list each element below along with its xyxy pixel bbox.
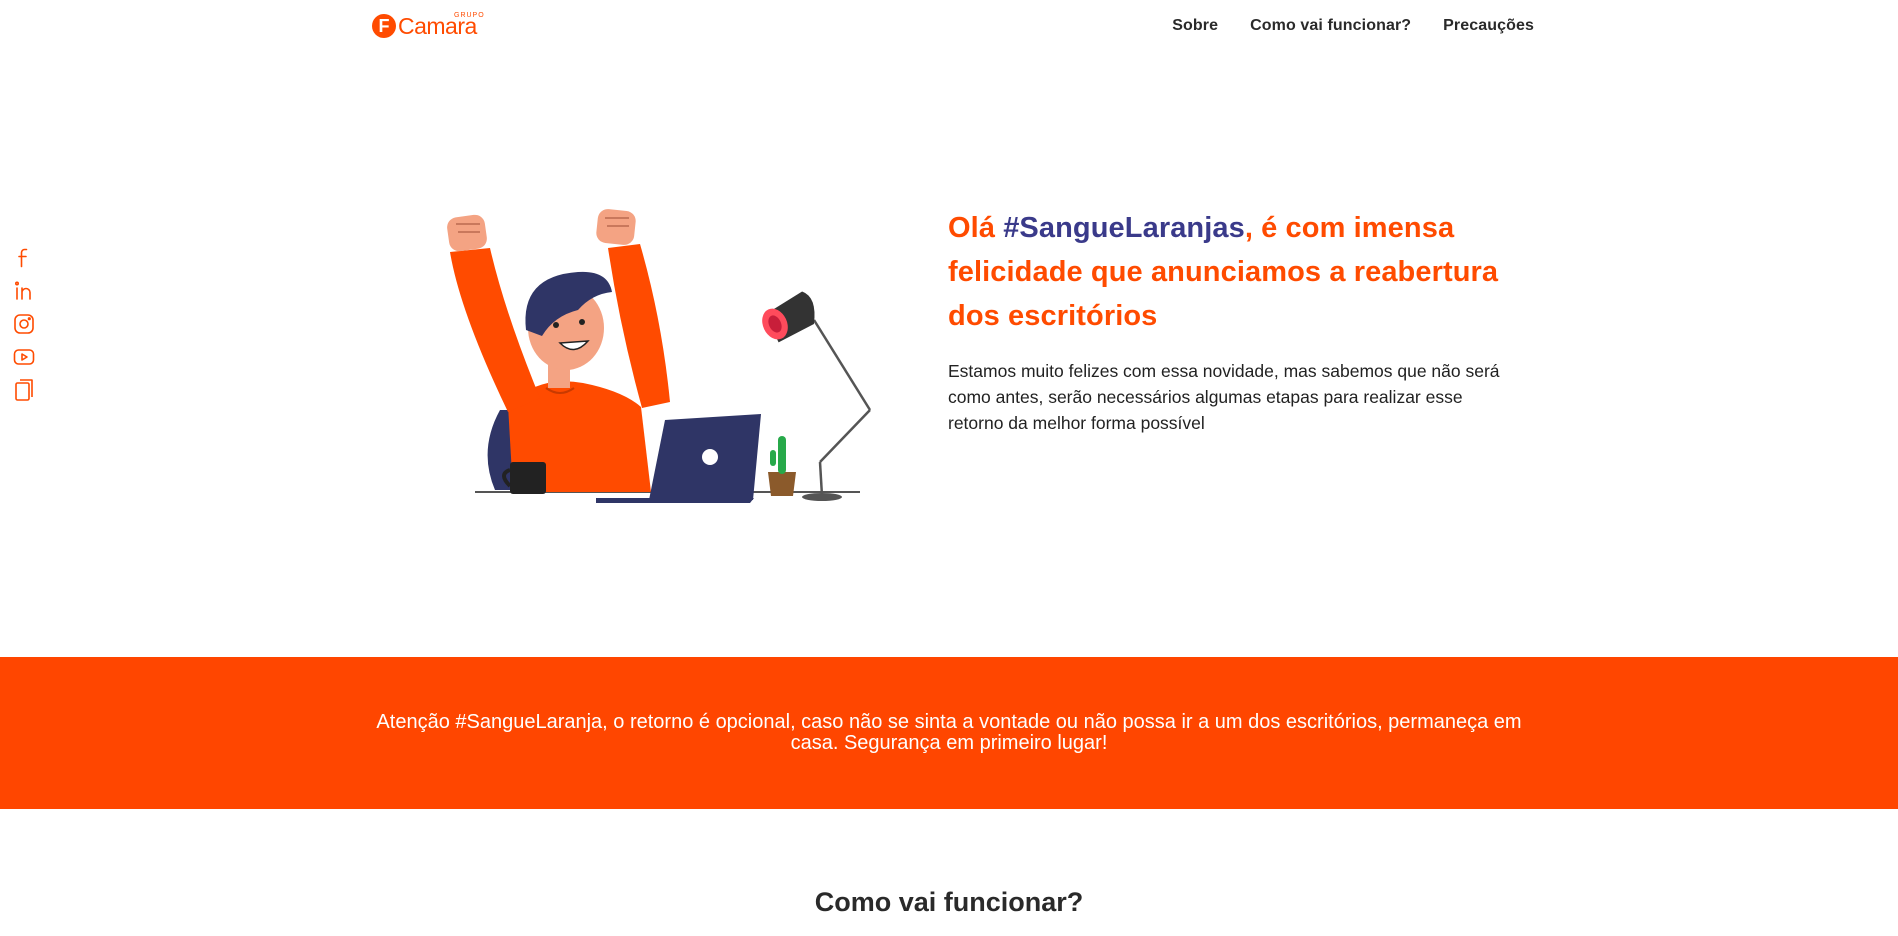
main-nav: Sobre Como vai funcionar? Precauções xyxy=(1172,17,1534,35)
linkedin-icon[interactable] xyxy=(12,279,36,303)
hero-title-hashtag: #SangueLaranjas xyxy=(1003,212,1245,244)
nav-link-sobre[interactable]: Sobre xyxy=(1172,17,1218,35)
logo-grupo-label: GRUPO xyxy=(454,12,485,19)
youtube-icon[interactable] xyxy=(12,345,36,369)
notice-banner: Atenção #SangueLaranja, o retorno é opci… xyxy=(0,657,1898,809)
site-header: F Camara GRUPO Sobre Como vai funcionar?… xyxy=(0,0,1898,54)
hero-description: Estamos muito felizes com essa novidade,… xyxy=(948,361,1500,433)
blog-icon[interactable] xyxy=(12,378,36,402)
notice-banner-text: Atenção #SangueLaranja, o retorno é opci… xyxy=(376,711,1522,754)
social-links xyxy=(12,246,38,411)
grupo-camara-logo[interactable]: F Camara GRUPO xyxy=(372,10,492,42)
facebook-icon[interactable] xyxy=(12,246,36,270)
section-title-como-vai-funcionar: Como vai funcionar? xyxy=(814,887,1084,917)
celebrating-person-illustration xyxy=(430,200,880,520)
logo-mark-icon: F xyxy=(372,14,396,38)
nav-link-precaucoes[interactable]: Precauções xyxy=(1443,17,1534,35)
hero-title-prefix: Olá xyxy=(948,212,1004,244)
nav-link-como-vai-funcionar[interactable]: Como vai funcionar? xyxy=(1250,17,1411,35)
hero-title: Olá #SangueLaranjas, é com imensa felici… xyxy=(948,206,1548,338)
hero-content: Olá #SangueLaranjas, é com imensa felici… xyxy=(948,206,1548,436)
instagram-icon[interactable] xyxy=(12,312,36,336)
